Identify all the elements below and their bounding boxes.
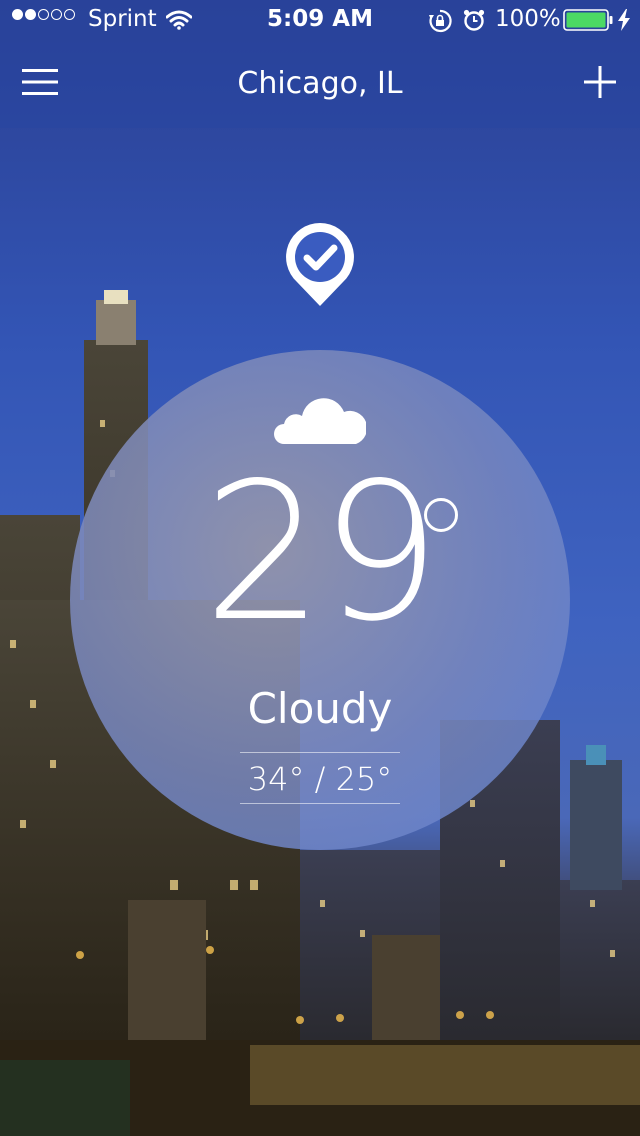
current-temperature: 29: [203, 442, 441, 663]
alarm-icon: [463, 9, 485, 31]
divider-bottom: [240, 803, 400, 804]
weather-condition: Cloudy: [247, 684, 393, 733]
battery-icon: [563, 9, 613, 31]
charging-bolt-icon: [618, 9, 630, 31]
degree-symbol: [424, 498, 458, 532]
cloud-icon: [274, 398, 366, 444]
high-low-temperature: 34° / 25°: [247, 760, 393, 798]
plus-icon[interactable]: [584, 66, 616, 98]
weather-summary-circle: 29 Cloudy 34° / 25°: [70, 350, 570, 850]
status-bar: Sprint 5:09 AM 100%: [0, 0, 640, 40]
page-title: Chicago, IL: [237, 66, 403, 101]
hamburger-menu-icon[interactable]: [22, 68, 58, 96]
weather-screen: Sprint 5:09 AM 100% Chicago, IL 29 Cloud…: [0, 0, 640, 1136]
app-header: Chicago, IL: [0, 40, 640, 128]
battery-percentage: 100%: [495, 6, 561, 32]
divider-top: [240, 752, 400, 753]
rotation-lock-icon: [429, 9, 452, 33]
location-check-pin-icon[interactable]: [281, 220, 359, 310]
